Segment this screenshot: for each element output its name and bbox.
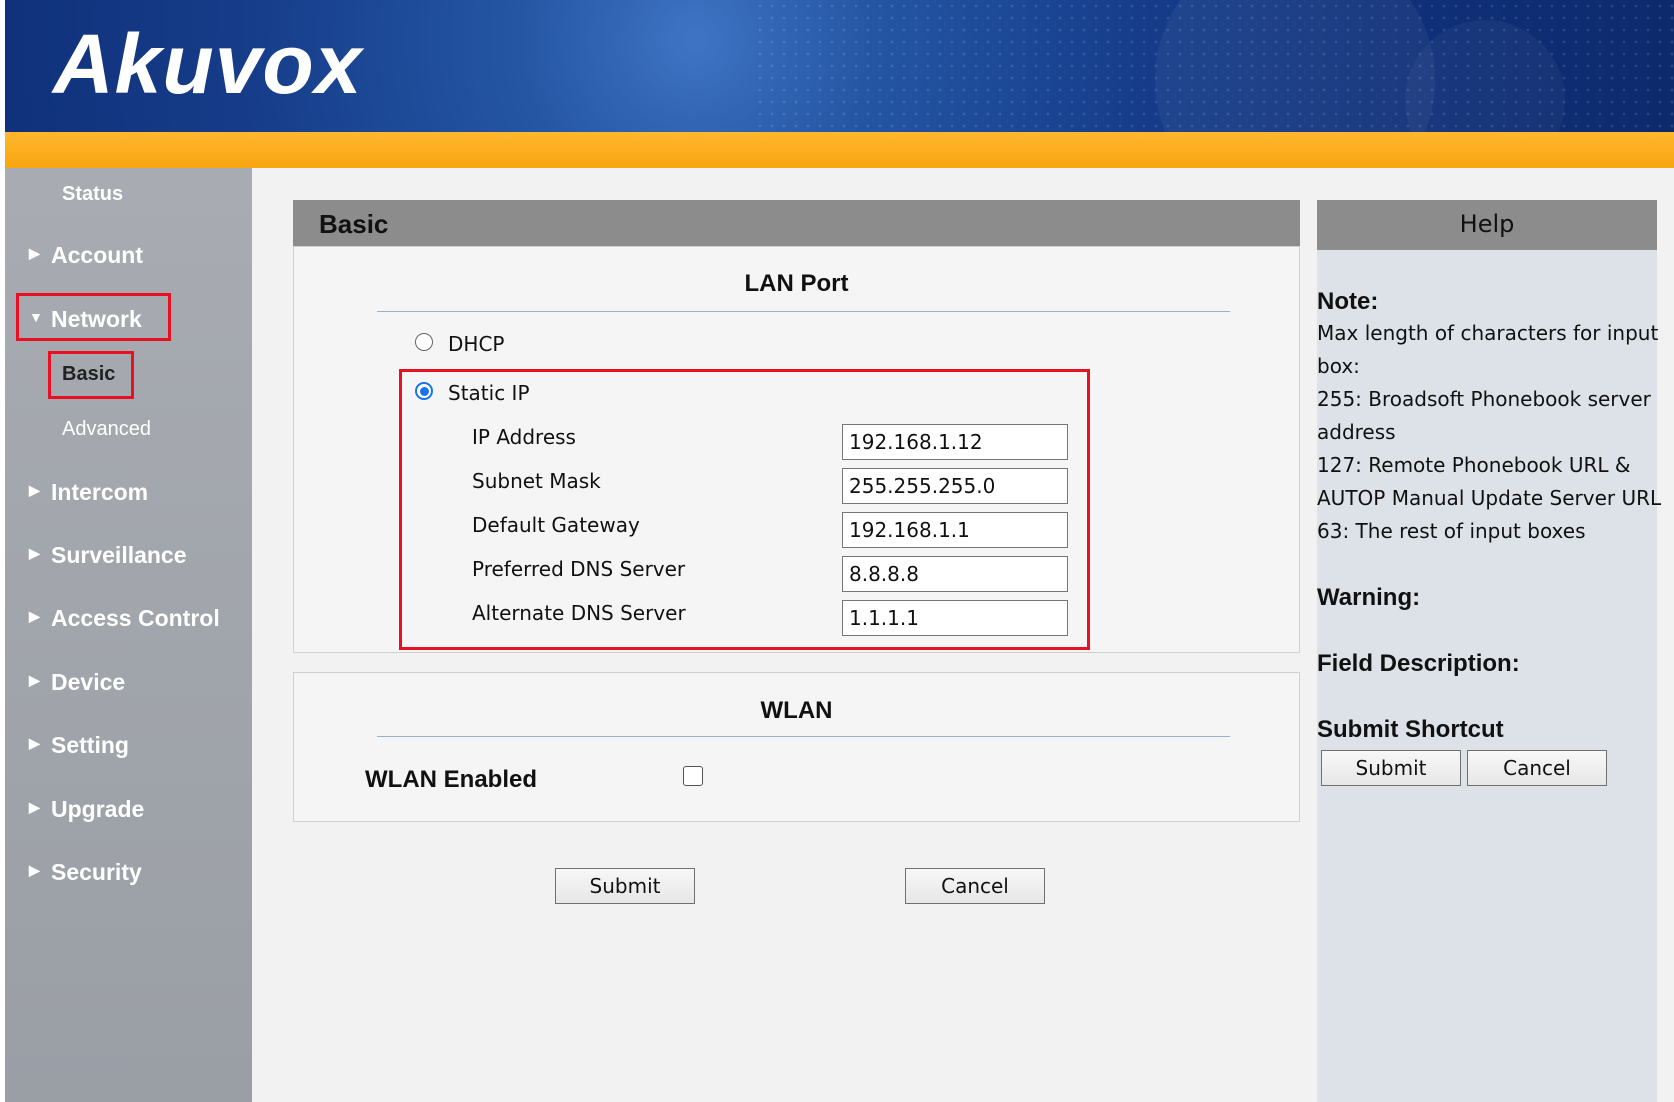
expand-arrow-icon: ▶: [29, 482, 40, 498]
header-accent-bar: [5, 132, 1674, 168]
sidebar-item-account[interactable]: ▶ Account: [5, 240, 252, 280]
help-note-heading: Note:: [1317, 288, 1379, 315]
sidebar-item-setting[interactable]: ▶ Setting: [5, 730, 252, 770]
highlight-box-basic: [48, 351, 134, 399]
sidebar-item-label: Upgrade: [51, 796, 145, 822]
sidebar-item-label: Security: [51, 859, 142, 885]
cancel-button[interactable]: Cancel: [905, 868, 1045, 904]
sidebar-item-security[interactable]: ▶ Security: [5, 857, 252, 897]
expand-arrow-icon: ▶: [29, 672, 40, 688]
help-note-line: 127: Remote Phonebook URL &: [1317, 453, 1631, 477]
basic-panel-header: [293, 200, 1300, 246]
section-divider: [377, 311, 1230, 312]
expand-arrow-icon: ▶: [29, 608, 40, 624]
help-note-line: AUTOP Manual Update Server URL: [1317, 486, 1662, 510]
expand-arrow-icon: ▶: [29, 545, 40, 561]
dhcp-label: DHCP: [448, 332, 505, 356]
wlan-enabled-checkbox[interactable]: [683, 766, 703, 786]
sidebar-item-label: Device: [51, 669, 126, 695]
help-note-line: 255: Broadsoft Phonebook server: [1317, 387, 1651, 411]
app-frame: Akuvox Status ▶ Account ▼ Network Basic …: [5, 0, 1674, 1102]
wlan-title: WLAN: [760, 697, 833, 724]
help-submit-shortcut-heading: Submit Shortcut: [1317, 716, 1504, 743]
expand-arrow-icon: ▶: [29, 245, 40, 261]
help-title: Help: [1459, 210, 1515, 238]
dhcp-radio[interactable]: [415, 333, 433, 351]
sidebar-item-device[interactable]: ▶ Device: [5, 667, 252, 707]
help-note-line: address: [1317, 420, 1396, 444]
sidebar-item-label: Account: [51, 242, 143, 268]
sidebar-item-upgrade[interactable]: ▶ Upgrade: [5, 794, 252, 834]
submit-button[interactable]: Submit: [555, 868, 695, 904]
sidebar-item-label: Setting: [51, 732, 129, 758]
help-warning-heading: Warning:: [1317, 584, 1421, 611]
sidebar-item-label: Intercom: [51, 479, 149, 505]
sidebar-item-access-control[interactable]: ▶ Access Control: [5, 603, 252, 643]
help-note-line: 63: The rest of input boxes: [1317, 519, 1586, 543]
sidebar-item-intercom[interactable]: ▶ Intercom: [5, 477, 252, 517]
highlight-box-network: [16, 293, 171, 341]
sidebar-item-label: Surveillance: [51, 542, 187, 568]
help-field-description-heading: Field Description:: [1317, 650, 1520, 677]
expand-arrow-icon: ▶: [29, 862, 40, 878]
highlight-box-static-ip: [399, 369, 1090, 650]
brand-logo: Akuvox: [53, 17, 363, 111]
page-title: Basic: [319, 209, 389, 239]
shortcut-submit-button[interactable]: Submit: [1321, 750, 1461, 786]
wlan-section: [293, 672, 1300, 822]
sidebar-subitem-advanced[interactable]: Advanced: [62, 418, 151, 441]
help-note-line: Max length of characters for input: [1317, 321, 1659, 345]
expand-arrow-icon: ▶: [29, 799, 40, 815]
sidebar-item-label: Access Control: [51, 605, 220, 631]
section-divider: [377, 736, 1230, 737]
wlan-enabled-label: WLAN Enabled: [365, 766, 537, 793]
sidebar-item-surveillance[interactable]: ▶ Surveillance: [5, 540, 252, 580]
expand-arrow-icon: ▶: [29, 735, 40, 751]
lan-port-title: LAN Port: [744, 270, 849, 297]
help-note-line: box:: [1317, 354, 1360, 378]
sidebar-item-status[interactable]: Status: [62, 183, 123, 206]
shortcut-cancel-button[interactable]: Cancel: [1467, 750, 1607, 786]
header-banner: Akuvox: [5, 0, 1674, 132]
